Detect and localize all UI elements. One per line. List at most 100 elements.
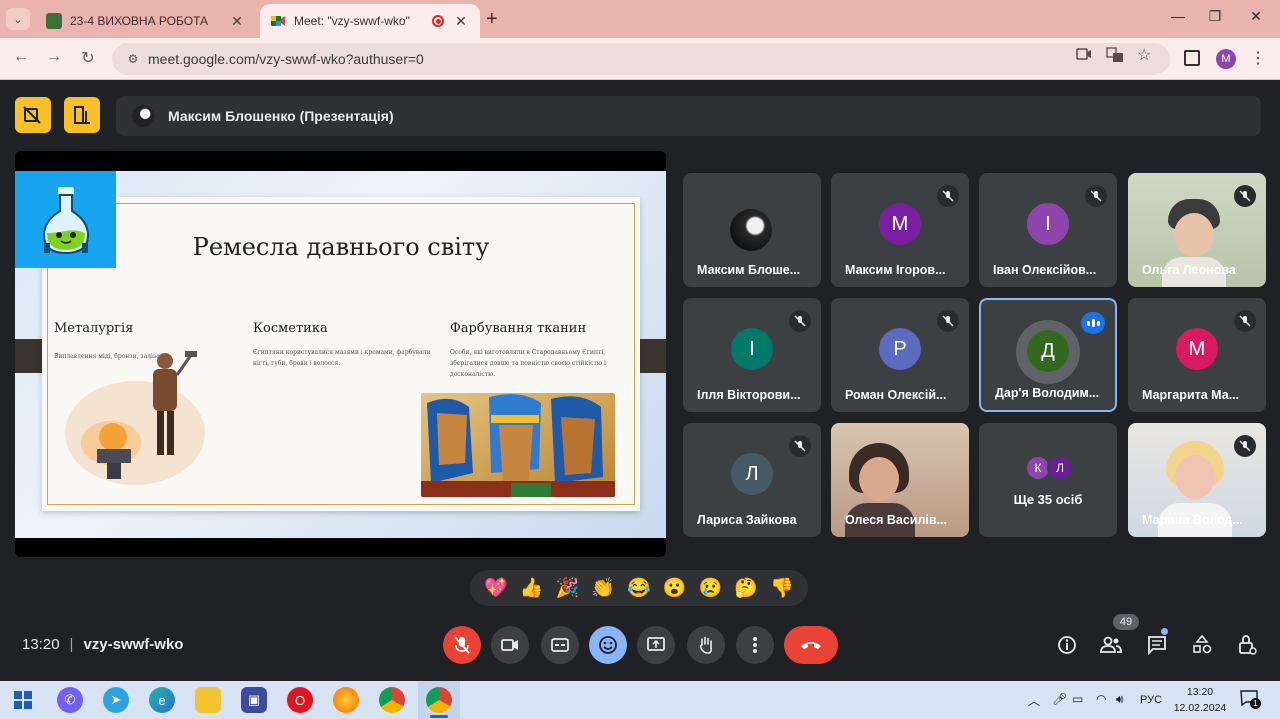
- address-bar[interactable]: ⚙ meet.google.com/vzy-swwf-wko?authuser=…: [112, 43, 1170, 75]
- participant-tile[interactable]: І Іван Олексійов...: [979, 173, 1117, 287]
- side-panel-icon[interactable]: [1184, 50, 1200, 66]
- notification-count: 1: [1250, 698, 1261, 709]
- camera-toggle-button[interactable]: [491, 626, 529, 664]
- minimize-icon[interactable]: —: [1166, 8, 1190, 24]
- viber-icon[interactable]: ✆: [57, 687, 83, 713]
- bookmark-star-icon[interactable]: ☆: [1137, 45, 1151, 65]
- camera-in-use-icon[interactable]: [1076, 47, 1092, 63]
- host-controls-icon[interactable]: [1234, 632, 1260, 658]
- file-explorer-icon[interactable]: [195, 687, 221, 713]
- microphone-tray-icon[interactable]: 🎤︎: [1052, 692, 1067, 706]
- start-windows-icon[interactable]: [10, 687, 36, 713]
- chat-icon[interactable]: [1144, 632, 1170, 658]
- new-tab-button[interactable]: +: [486, 8, 498, 31]
- reaction-heart[interactable]: 💖: [482, 576, 510, 600]
- browser-tab-meet[interactable]: Meet: "vzy-swwf-wko" ✕: [260, 4, 480, 38]
- participant-tile[interactable]: Марина Волод...: [1128, 423, 1266, 537]
- reaction-clap[interactable]: 👏: [589, 576, 617, 600]
- browser-toolbar: ← → ↻ ⚙ meet.google.com/vzy-swwf-wko?aut…: [0, 38, 1280, 80]
- participant-name: Максим Блоше...: [697, 263, 801, 277]
- people-icon[interactable]: [1098, 632, 1124, 658]
- participant-tile[interactable]: М Маргарита Ма...: [1128, 298, 1266, 412]
- network-icon[interactable]: ◠: [1096, 692, 1106, 706]
- participant-tile[interactable]: Олеся Василів...: [831, 423, 969, 537]
- participant-tile[interactable]: Максим Блоше...: [683, 173, 821, 287]
- participant-initial-avatar: І: [1027, 203, 1069, 245]
- more-options-button[interactable]: [736, 626, 774, 664]
- mic-off-icon: [789, 310, 811, 332]
- captions-button[interactable]: [541, 626, 579, 664]
- close-tab-icon[interactable]: ✕: [228, 13, 246, 30]
- site-info-icon[interactable]: ⚙: [122, 52, 144, 66]
- presenter-banner: Максим Блошенко (Презентація): [116, 96, 1261, 136]
- reaction-laugh[interactable]: 😂: [625, 576, 653, 600]
- reaction-thumbs-down[interactable]: 👎: [768, 576, 796, 600]
- firefox-icon[interactable]: [333, 687, 359, 713]
- participant-name: Максим Ігоров...: [845, 263, 946, 277]
- meeting-details-icon[interactable]: [1054, 632, 1080, 658]
- participant-tile[interactable]: Р Роман Олексій...: [831, 298, 969, 412]
- reaction-sad[interactable]: 😢: [696, 576, 724, 600]
- browser-tab-viknovna[interactable]: 23-4 ВИХОВНА РОБОТА ✕: [36, 4, 256, 38]
- layout-icon[interactable]: [64, 97, 100, 133]
- participant-initial-avatar: Л: [731, 453, 773, 495]
- leave-call-button[interactable]: [784, 626, 838, 664]
- more-participants-label: Ще 35 осіб: [1013, 492, 1083, 507]
- input-language[interactable]: РУС: [1140, 694, 1162, 706]
- mic-toggle-button[interactable]: [443, 626, 481, 664]
- more-participants-tile[interactable]: К Л Ще 35 осіб: [979, 423, 1117, 537]
- participant-tile[interactable]: Ольга Леонова: [1128, 173, 1266, 287]
- chrome-icon[interactable]: [379, 687, 405, 713]
- opera-icon[interactable]: O: [287, 687, 313, 713]
- tab-search-button[interactable]: ⌄: [6, 8, 30, 30]
- participant-tile-speaking[interactable]: Д Дар'я Володим...: [979, 298, 1117, 412]
- participant-count-badge: 49: [1113, 614, 1139, 630]
- reaction-party[interactable]: 🎉: [553, 576, 581, 600]
- telegram-icon[interactable]: ➤: [103, 687, 129, 713]
- tab-title: 23-4 ВИХОВНА РОБОТА: [70, 14, 209, 28]
- close-tab-icon[interactable]: ✕: [452, 13, 470, 30]
- meeting-code: vzy-swwf-wko: [83, 636, 184, 653]
- participant-name: Олеся Василів...: [845, 513, 947, 527]
- participant-tile[interactable]: І Ілля Вікторови...: [683, 298, 821, 412]
- mic-off-icon: [1234, 435, 1256, 457]
- translate-icon[interactable]: [1106, 47, 1124, 66]
- activities-icon[interactable]: [1189, 632, 1215, 658]
- restore-icon[interactable]: ❐: [1203, 8, 1227, 25]
- reaction-thumbs-up[interactable]: 👍: [518, 576, 546, 600]
- notification-center-icon[interactable]: 1: [1240, 690, 1261, 709]
- presenter-name: Максим Блошенко (Презентація): [168, 108, 394, 124]
- participant-name: Роман Олексій...: [845, 388, 947, 402]
- present-screen-button[interactable]: [637, 626, 675, 664]
- participant-tile[interactable]: Л Лариса Зайкова: [683, 423, 821, 537]
- battery-icon[interactable]: ▭: [1072, 692, 1083, 706]
- back-icon[interactable]: ←: [10, 48, 32, 66]
- tray-expand-icon[interactable]: ︿: [1028, 692, 1040, 709]
- forward-icon[interactable]: →: [43, 48, 65, 66]
- participant-tile[interactable]: М Максим Ігоров...: [831, 173, 969, 287]
- more-participants-avatars: К Л: [1025, 455, 1073, 481]
- chrome-profile-active-window[interactable]: [418, 681, 460, 719]
- reload-icon[interactable]: ↻: [77, 48, 99, 68]
- participant-name: Маргарита Ма...: [1142, 388, 1240, 402]
- reaction-thinking[interactable]: 🤔: [732, 576, 760, 600]
- close-window-icon[interactable]: ✕: [1244, 8, 1268, 25]
- recording-indicator-icon: [432, 15, 444, 27]
- taskbar-clock[interactable]: 13:20 12.02.2024: [1170, 684, 1230, 716]
- meeting-info: 13:20 | vzy-swwf-wko: [22, 636, 183, 653]
- save-disk-icon[interactable]: ▣: [241, 687, 267, 713]
- chrome-menu-icon[interactable]: ⋮: [1250, 48, 1266, 68]
- hide-self-view-icon[interactable]: [15, 97, 51, 133]
- url-text[interactable]: meet.google.com/vzy-swwf-wko?authuser=0: [148, 51, 424, 67]
- edge-icon[interactable]: e: [149, 687, 175, 713]
- raise-hand-button[interactable]: [687, 626, 725, 664]
- reaction-surprised[interactable]: 😮: [661, 576, 689, 600]
- volume-icon[interactable]: 🔊︎: [1116, 692, 1124, 707]
- egyptian-art-image: [421, 393, 615, 497]
- windows-taskbar: ✆ ➤ e ▣ O ︿ 🎤︎ ▭ ◠ 🔊︎ РУС 13:20 12.02.20…: [0, 681, 1280, 719]
- presenter-avatar: [132, 105, 154, 127]
- reactions-button[interactable]: [589, 626, 627, 664]
- presentation-stage[interactable]: Ремесла давнього світу Металургія Виплав…: [15, 151, 666, 557]
- slide-column-heading: Фарбування тканин: [450, 321, 587, 336]
- profile-avatar[interactable]: M: [1216, 49, 1236, 69]
